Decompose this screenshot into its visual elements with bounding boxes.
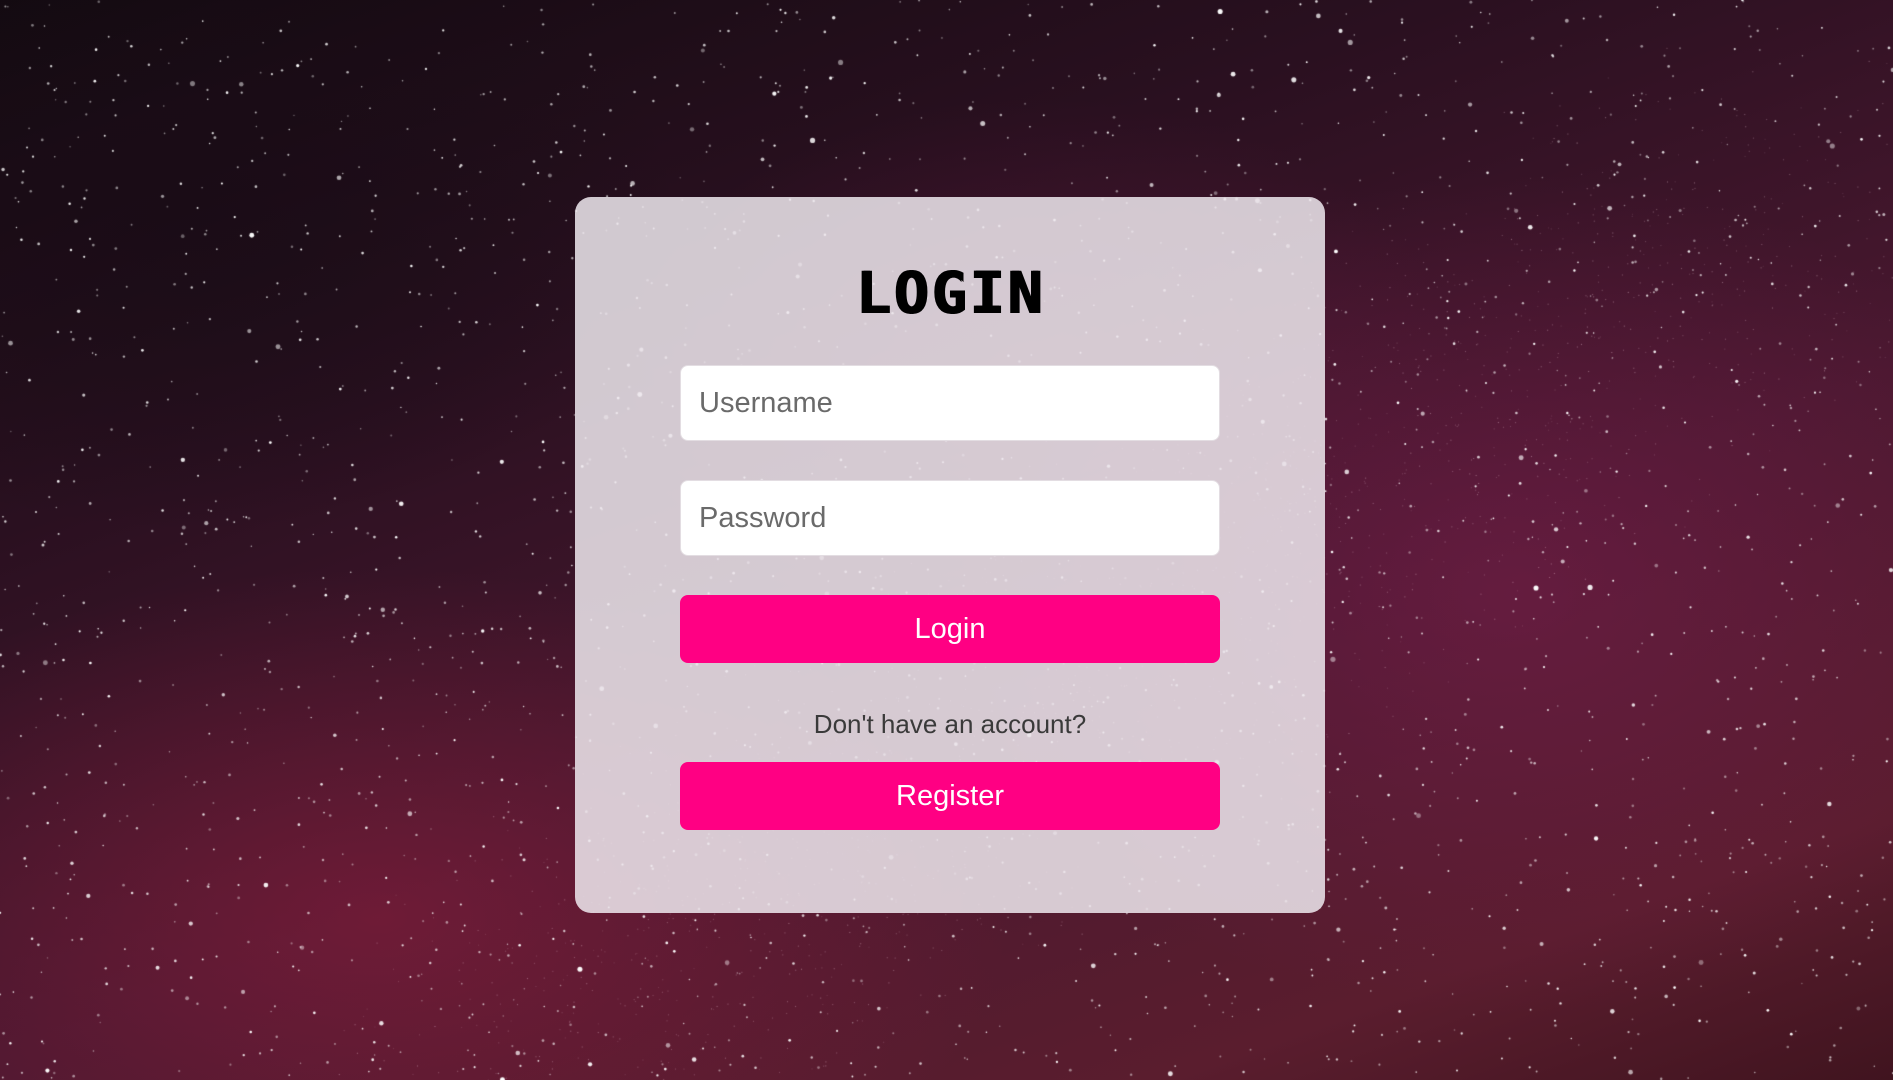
login-button[interactable]: Login — [680, 595, 1220, 663]
login-card: LOGIN Login Don't have an account? Regis… — [575, 197, 1325, 913]
register-prompt: Don't have an account? — [813, 709, 1087, 739]
register-button[interactable]: Register — [680, 762, 1220, 830]
password-input[interactable] — [680, 480, 1220, 556]
page-title: LOGIN — [855, 259, 1045, 327]
username-input[interactable] — [680, 365, 1220, 441]
